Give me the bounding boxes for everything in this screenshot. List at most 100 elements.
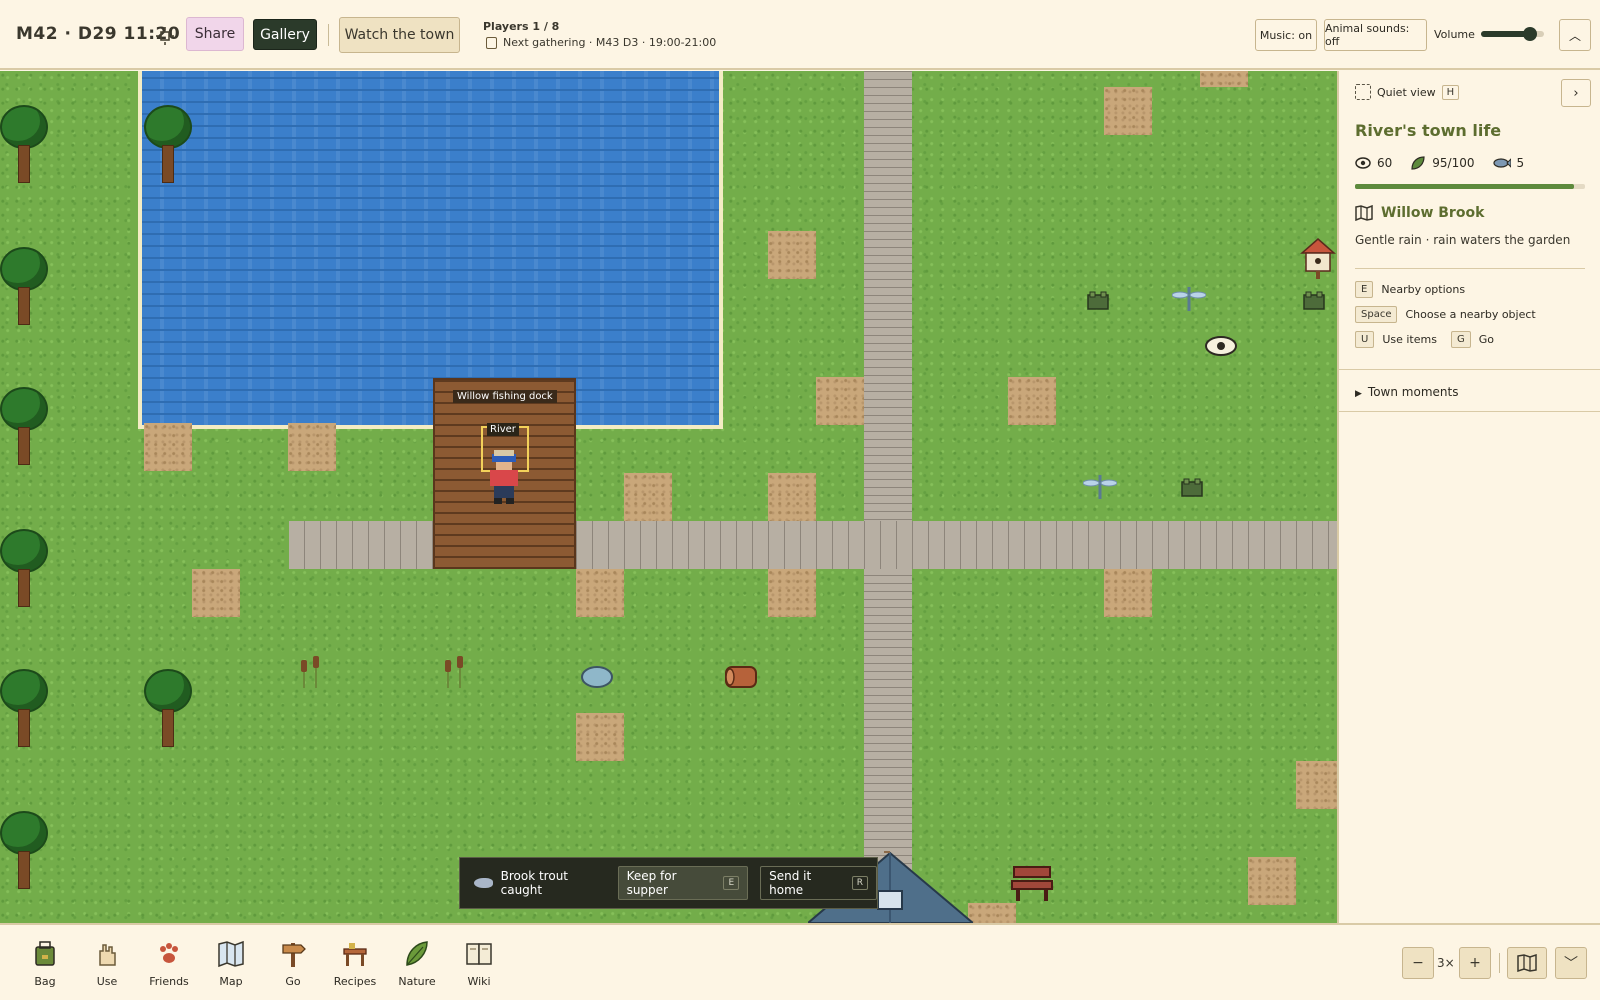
toolbar-label: Map [219, 975, 243, 988]
share-button[interactable]: Share [186, 17, 244, 51]
dirt-patch[interactable] [1248, 857, 1296, 905]
dragonfly-icon[interactable] [1172, 285, 1206, 313]
toolbar-label: Use [96, 975, 118, 988]
tree[interactable] [0, 529, 48, 609]
table-icon [343, 943, 367, 966]
tree[interactable] [0, 669, 48, 749]
divider [1355, 268, 1585, 269]
dirt-patch[interactable] [816, 377, 864, 425]
keep-label: Keep for supper [626, 869, 677, 897]
location: Willow Brook [1355, 205, 1484, 221]
toolbar-bag[interactable]: Bag [18, 939, 72, 995]
volume-thumb[interactable] [1523, 27, 1538, 41]
toolbar-map[interactable]: Map [204, 939, 258, 995]
cattail-icon[interactable] [296, 654, 326, 690]
send-label: Send it home [769, 869, 812, 897]
player-character[interactable] [484, 446, 524, 506]
toolbar-label: Friends [149, 975, 189, 988]
toolbar-wiki[interactable]: Wiki [452, 939, 506, 995]
dragonfly-icon[interactable] [1083, 473, 1117, 501]
catch-text: Brook trout caught [500, 869, 569, 897]
calendar-icon [486, 36, 497, 49]
dirt-patch[interactable] [1200, 71, 1248, 87]
quiet-view-toggle[interactable]: Quiet view H [1355, 84, 1460, 100]
dirt-patch[interactable] [768, 231, 816, 279]
collapse-panel-button[interactable]: › [1561, 79, 1591, 107]
toolbar-go[interactable]: Go [266, 939, 320, 995]
chevron-down-icon: ﹀ [1564, 956, 1578, 972]
leaf-icon [406, 941, 428, 966]
side-panel: Quiet view H › River's town life 60 95/1… [1337, 71, 1600, 923]
dirt-patch[interactable] [192, 569, 240, 617]
toolbar-friends[interactable]: Friends [142, 939, 196, 995]
rock-icon[interactable] [580, 663, 614, 689]
minimap-button[interactable] [1507, 947, 1547, 979]
tree[interactable] [0, 247, 48, 327]
tree[interactable] [144, 669, 192, 749]
game-map[interactable]: Willow fishing dock River Brook trout ca… [0, 71, 1337, 923]
eye-icon[interactable] [1204, 335, 1238, 357]
tree[interactable] [0, 105, 48, 185]
fish-stat: 5 [1492, 155, 1524, 171]
key-badge: E [1355, 281, 1374, 298]
dirt-patch[interactable] [968, 903, 1016, 923]
expand-toolbar-button[interactable]: ﹀ [1555, 947, 1587, 979]
sun-icon[interactable] [155, 26, 175, 46]
frog-icon[interactable] [1179, 476, 1205, 500]
gallery-button[interactable]: Gallery [253, 19, 317, 50]
birdhouse-icon[interactable] [1300, 237, 1336, 279]
zoom-out-button[interactable]: − [1402, 947, 1434, 979]
tree[interactable] [0, 811, 48, 891]
keyhint-label: Nearby options [1381, 283, 1466, 296]
next-gathering-text: Next gathering · M43 D3 · 19:00-21:00 [503, 36, 717, 49]
leaf-icon [1411, 156, 1425, 170]
town-moments-toggle[interactable]: ▶ Town moments [1355, 385, 1458, 399]
bench-icon[interactable] [1010, 865, 1054, 903]
music-toggle-button[interactable]: Music: on [1255, 19, 1317, 51]
signpost-icon [282, 943, 306, 967]
dirt-patch[interactable] [768, 569, 816, 617]
dirt-patch[interactable] [576, 569, 624, 617]
players-count: Players 1 / 8 [483, 20, 560, 33]
zoom-in-button[interactable]: + [1459, 947, 1491, 979]
animal-sounds-toggle-button[interactable]: Animal sounds: off [1324, 19, 1427, 51]
dirt-patch[interactable] [1008, 377, 1056, 425]
toolbar-nature[interactable]: Nature [390, 939, 444, 995]
hand-icon [99, 944, 116, 966]
keyhint-use-go: U Use items G Go [1355, 331, 1494, 348]
dirt-patch[interactable] [144, 423, 192, 471]
toolbar-recipes[interactable]: Recipes [328, 939, 382, 995]
dirt-patch[interactable] [1296, 761, 1337, 809]
collapse-topbar-button[interactable]: ︿ [1559, 19, 1591, 51]
dirt-patch[interactable] [768, 473, 816, 521]
dirt-patch[interactable] [576, 713, 624, 761]
volume-slider[interactable] [1481, 27, 1544, 41]
player-stats: 60 95/100 5 [1355, 155, 1524, 171]
energy-value: 95/100 [1432, 156, 1475, 170]
frog-icon[interactable] [1085, 289, 1111, 313]
map-icon [1355, 205, 1373, 221]
keyhint-label: Choose a nearby object [1405, 308, 1536, 321]
dirt-patch[interactable] [1104, 569, 1152, 617]
map-icon [1517, 954, 1537, 972]
dirt-patch[interactable] [288, 423, 336, 471]
keyhint-label: Use items [1382, 333, 1437, 346]
log-icon[interactable] [722, 661, 760, 691]
send-home-button[interactable]: Send it home R [760, 866, 877, 900]
cattail-icon[interactable] [440, 654, 470, 690]
bottom-toolbar: Bag Use Friends Map Go Recipes Nature Wi… [0, 923, 1600, 1000]
vision-value: 60 [1377, 156, 1393, 170]
keep-key: E [723, 876, 740, 890]
zoom-level: 3× [1437, 956, 1455, 970]
tree[interactable] [0, 387, 48, 467]
toolbar-use[interactable]: Use [80, 939, 134, 995]
chevron-up-icon: ︿ [1568, 28, 1581, 43]
watch-town-button[interactable]: Watch the town [339, 17, 460, 53]
dirt-patch[interactable] [1104, 87, 1152, 135]
keep-for-supper-button[interactable]: Keep for supper E [617, 866, 749, 900]
energy-progress-fill [1355, 184, 1574, 189]
frog-icon[interactable] [1301, 289, 1327, 313]
dirt-patch[interactable] [624, 473, 672, 521]
tree[interactable] [144, 105, 192, 185]
book-icon [466, 943, 492, 965]
